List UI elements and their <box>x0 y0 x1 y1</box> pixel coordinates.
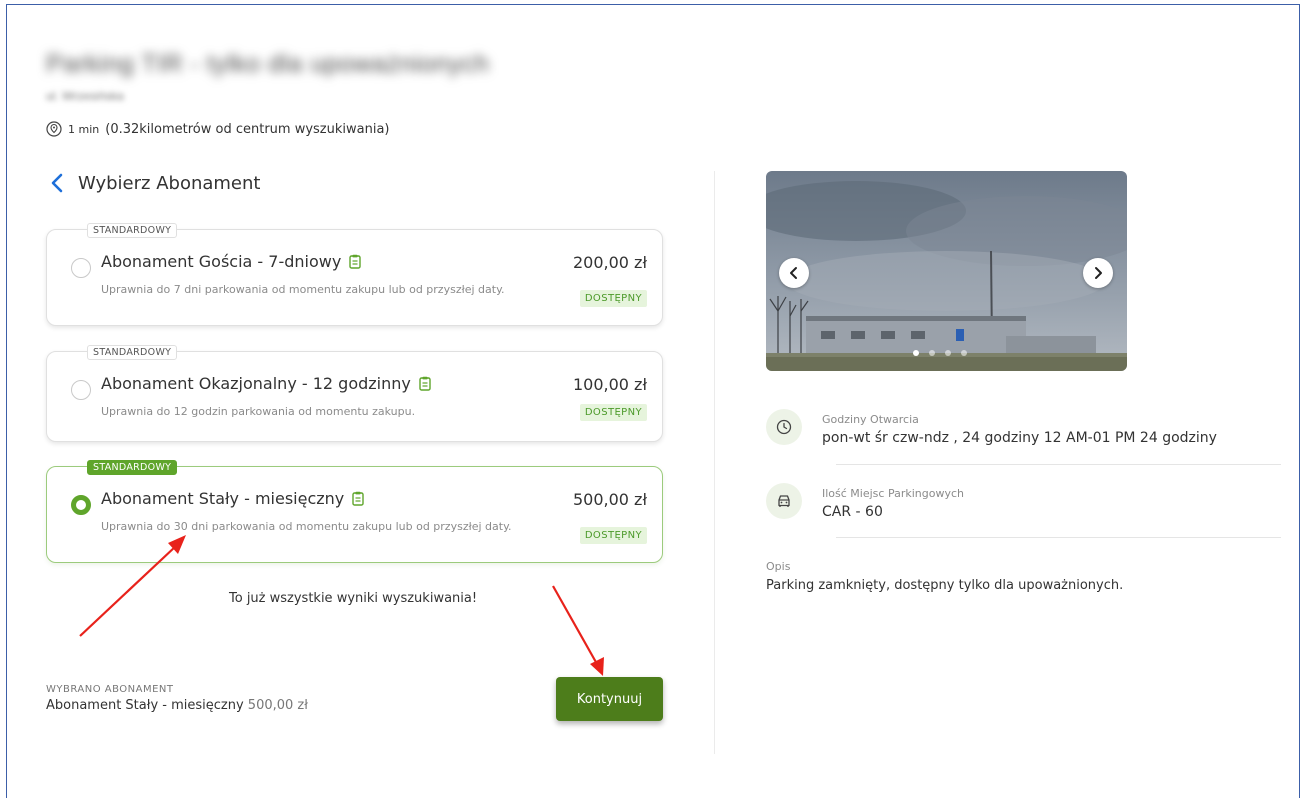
parking-photo <box>766 171 1127 371</box>
plan-radio[interactable] <box>71 380 91 400</box>
plan-card-monthly[interactable]: STANDARDOWY Abonament Stały - miesięczny… <box>46 460 663 563</box>
description-label: Opis <box>766 560 791 573</box>
status-badge: DOSTĘPNY <box>579 404 647 421</box>
gallery-next-button[interactable] <box>1083 258 1113 288</box>
hours-value: pon-wt śr czw-ndz , 24 godziny 12 AM-01 … <box>822 430 1217 446</box>
plan-title: Abonament Gościa - 7-dniowy <box>101 252 362 271</box>
selected-plan-label: WYBRANO ABONAMENT <box>46 684 174 695</box>
divider <box>836 464 1281 465</box>
plan-price: 200,00 zł <box>572 253 647 272</box>
continue-button[interactable]: Kontynuuj <box>556 677 663 721</box>
plan-title-text: Abonament Gościa - 7-dniowy <box>101 252 342 271</box>
plan-price: 500,00 zł <box>572 490 647 509</box>
plan-tag: STANDARDOWY <box>87 345 178 360</box>
spaces-label: Ilość Miejsc Parkingowych <box>822 487 964 500</box>
plans-heading: Wybierz Abonament <box>78 172 261 194</box>
plan-radio-selected[interactable] <box>71 495 91 515</box>
gallery-dots <box>913 350 967 356</box>
gallery-dot[interactable] <box>913 350 919 356</box>
selected-plan-name: Abonament Stały - miesięczny <box>46 698 244 713</box>
plan-title-text: Abonament Stały - miesięczny <box>101 489 345 508</box>
clipboard-icon <box>419 376 431 391</box>
plan-tag: STANDARDOWY <box>87 460 178 475</box>
photo-gallery <box>766 171 1127 371</box>
plan-radio[interactable] <box>71 258 91 278</box>
status-badge: DOSTĘPNY <box>579 527 647 544</box>
distance-text: (0.32kilometrów od centrum wyszukiwania) <box>105 121 390 137</box>
car-icon <box>766 483 802 519</box>
gallery-dot[interactable] <box>945 350 951 356</box>
status-badge: DOSTĘPNY <box>579 290 647 307</box>
end-of-results: To już wszystkie wyniki wyszukiwania! <box>229 591 478 606</box>
chevron-left-icon[interactable] <box>50 172 64 194</box>
hours-label: Godziny Otwarcia <box>822 413 919 426</box>
plans-header: Wybierz Abonament <box>50 172 260 194</box>
plan-description: Uprawnia do 30 dni parkowania od momentu… <box>101 520 512 533</box>
plan-tag: STANDARDOWY <box>87 223 178 238</box>
location-pin-icon <box>46 121 62 137</box>
plan-title-text: Abonament Okazjonalny - 12 godzinny <box>101 374 411 393</box>
distance-info: 1 min (0.32kilometrów od centrum wyszuki… <box>46 121 390 137</box>
description-value: Parking zamknięty, dostępny tylko dla up… <box>766 578 1124 593</box>
gallery-prev-button[interactable] <box>779 258 809 288</box>
chevron-left-icon <box>790 267 797 279</box>
chevron-right-icon <box>1095 267 1102 279</box>
plan-description: Uprawnia do 7 dni parkowania od momentu … <box>101 283 505 296</box>
selected-plan-price: 500,00 zł <box>247 698 308 713</box>
clipboard-icon <box>349 254 362 269</box>
plan-card-guest[interactable]: STANDARDOWY Abonament Gościa - 7-dniowy … <box>46 223 663 326</box>
gallery-dot[interactable] <box>929 350 935 356</box>
parking-title: Parking TIR - tylko dla upoważnionych <box>46 50 490 78</box>
plan-card-occasional[interactable]: STANDARDOWY Abonament Okazjonalny - 12 g… <box>46 345 663 442</box>
plan-description: Uprawnia do 12 godzin parkowania od mome… <box>101 405 416 418</box>
gallery-dot[interactable] <box>961 350 967 356</box>
plan-title: Abonament Stały - miesięczny <box>101 489 364 508</box>
clock-icon <box>766 409 802 445</box>
distance-time: 1 min <box>68 122 100 136</box>
parking-address: ul. Wrzesińska <box>46 89 124 103</box>
spaces-value: CAR - 60 <box>822 504 883 520</box>
selected-plan-summary: Abonament Stały - miesięczny 500,00 zł <box>46 698 308 713</box>
column-divider <box>714 171 715 754</box>
plan-title: Abonament Okazjonalny - 12 godzinny <box>101 374 431 393</box>
divider <box>836 537 1281 538</box>
plan-price: 100,00 zł <box>572 375 647 394</box>
clipboard-icon <box>352 491 364 506</box>
